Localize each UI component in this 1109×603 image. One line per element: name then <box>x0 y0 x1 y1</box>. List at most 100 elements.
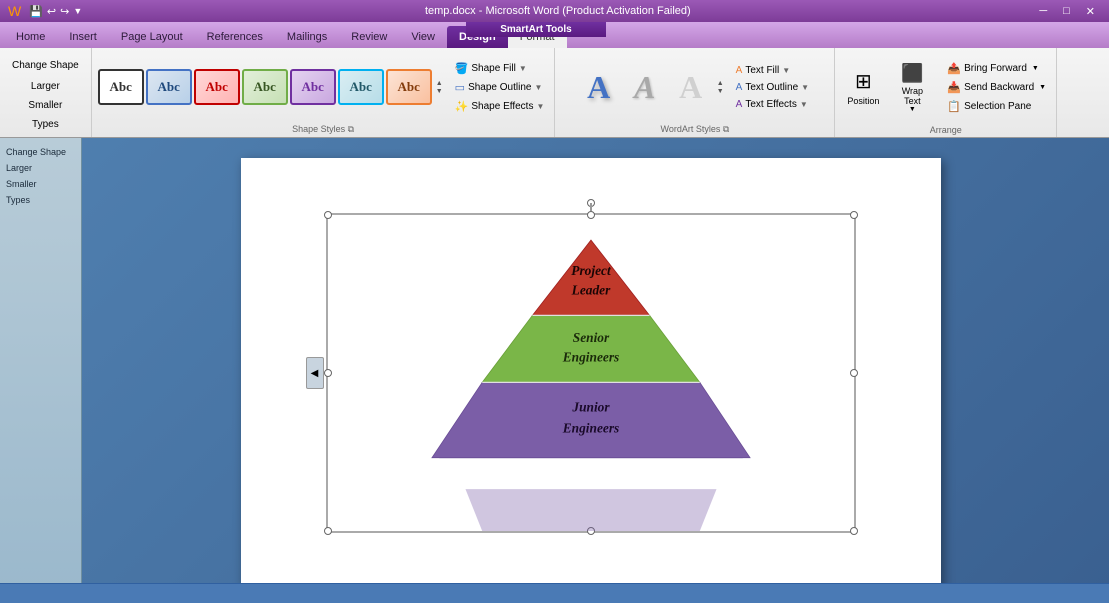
arrange-section: ⊞ Position ⬛ Wrap Text ▼ 📤 Bring Forward… <box>835 48 1057 137</box>
send-backward-icon: 📥 <box>947 81 961 94</box>
handle-top-left[interactable] <box>324 211 332 219</box>
shape-style-orange[interactable]: Abc <box>386 69 432 105</box>
shape-style-red[interactable]: Abc <box>194 69 240 105</box>
types-btn[interactable]: Types <box>26 117 65 132</box>
wordart-a2[interactable]: A <box>623 65 667 109</box>
left-panel: Change Shape Larger Smaller Types <box>0 138 82 603</box>
tab-review[interactable]: Review <box>339 26 399 48</box>
quick-redo-icon[interactable]: ↪ <box>60 5 69 18</box>
text-outline-btn[interactable]: A Text Outline ▼ <box>732 80 813 95</box>
selection-pane-icon: 📋 <box>947 100 961 113</box>
wordart-more[interactable]: ▲▼ <box>715 80 726 95</box>
text-effects-btn[interactable]: A Text Effects ▼ <box>732 97 813 112</box>
handle-bottom-right[interactable] <box>850 527 858 535</box>
bring-forward-icon: 📤 <box>947 62 961 75</box>
shape-style-blue[interactable]: Abc <box>146 69 192 105</box>
window-title: temp.docx - Microsoft Word (Product Acti… <box>82 5 1033 17</box>
maximize-btn[interactable]: □ <box>1057 5 1076 18</box>
text-fill-arrow: ▼ <box>782 66 790 75</box>
shape-style-white[interactable]: Abc <box>98 69 144 105</box>
panel-item-types[interactable]: Types <box>4 192 77 208</box>
tab-insert[interactable]: Insert <box>57 26 109 48</box>
handle-top-right[interactable] <box>850 211 858 219</box>
shape-fill-arrow: ▼ <box>519 64 527 73</box>
title-bar: W 💾 ↩ ↪ ▼ temp.docx - Microsoft Word (Pr… <box>0 0 1109 22</box>
position-icon: ⊞ <box>855 69 872 94</box>
effects-icon: ✨ <box>455 100 469 113</box>
handle-top-mid[interactable] <box>587 211 595 219</box>
textfill-icon: A <box>736 65 743 76</box>
panel-item-larger[interactable]: Larger <box>4 160 77 176</box>
larger-btn[interactable]: Larger <box>25 79 66 94</box>
fill-icon: 🪣 <box>455 62 469 75</box>
textoutline-icon: A <box>736 82 743 93</box>
quick-undo-icon[interactable]: ↩ <box>47 5 56 18</box>
document-area: ◀ <box>82 148 1099 583</box>
wrap-text-icon: ⬛ <box>901 63 923 84</box>
tab-mailings[interactable]: Mailings <box>275 26 339 48</box>
rotate-line <box>590 203 592 211</box>
quick-customize-icon[interactable]: ▼ <box>73 6 82 16</box>
minimize-btn[interactable]: ─ <box>1033 5 1053 18</box>
text-fill-btn[interactable]: A Text Fill ▼ <box>732 63 813 78</box>
smartart-frame[interactable]: ◀ <box>326 213 856 533</box>
wordart-expand[interactable]: ⧉ <box>723 124 729 134</box>
shape-style-teal[interactable]: Abc <box>338 69 384 105</box>
tab-view[interactable]: View <box>399 26 447 48</box>
handle-bottom-left[interactable] <box>324 527 332 535</box>
collapse-arrow[interactable]: ◀ <box>306 357 324 389</box>
position-label: Position <box>847 96 879 106</box>
shape-styles-more[interactable]: ▲▼ <box>434 80 445 95</box>
shape-styles-section: Abc Abc Abc Abc Abc Abc <box>92 48 556 137</box>
shape-effects-arrow: ▼ <box>536 102 544 111</box>
handle-mid-left[interactable] <box>324 369 332 377</box>
svg-text:Junior: Junior <box>571 400 610 415</box>
panel-item-smaller[interactable]: Smaller <box>4 176 77 192</box>
send-backward-arrow: ▼ <box>1039 84 1046 91</box>
pyramid-reflection <box>351 464 831 531</box>
shape-fill-btn[interactable]: 🪣 Shape Fill ▼ <box>451 60 549 77</box>
shape-styles-expand[interactable]: ⧉ <box>348 124 354 134</box>
smartart-tools-label: SmartArt Tools <box>466 22 606 37</box>
title-bar-left: W 💾 ↩ ↪ ▼ <box>8 3 82 19</box>
tab-home[interactable]: Home <box>4 26 57 48</box>
wordart-styles-label: WordArt Styles ⧉ <box>660 122 729 135</box>
tab-page-layout[interactable]: Page Layout <box>109 26 195 48</box>
shape-style-green[interactable]: Abc <box>242 69 288 105</box>
word-icon: W <box>8 3 21 19</box>
wrap-text-arrow: ▼ <box>909 106 916 113</box>
change-shape-section: Change Shape Larger Smaller Types <box>0 48 92 137</box>
handle-mid-right[interactable] <box>850 369 858 377</box>
wordart-styles-section: A A A ▲▼ A Text Fill ▼ A Text Outli <box>555 48 835 137</box>
position-btn[interactable]: ⊞ Position <box>841 58 885 118</box>
smaller-btn[interactable]: Smaller <box>22 98 68 113</box>
status-bar <box>0 583 1109 603</box>
tab-references[interactable]: References <box>195 26 275 48</box>
outline-icon: ▭ <box>455 81 465 94</box>
shape-outline-btn[interactable]: ▭ Shape Outline ▼ <box>451 79 549 96</box>
selection-pane-btn[interactable]: 📋 Selection Pane <box>943 98 1050 115</box>
document: ◀ <box>241 158 941 588</box>
shape-style-purple[interactable]: Abc <box>290 69 336 105</box>
svg-text:Engineers: Engineers <box>561 349 619 364</box>
panel-item-change-shape[interactable]: Change Shape <box>4 144 77 160</box>
text-outline-arrow: ▼ <box>801 83 809 92</box>
quick-save-icon[interactable]: 💾 <box>29 5 43 18</box>
svg-text:Project: Project <box>571 263 612 278</box>
change-shape-btn[interactable]: Change Shape <box>6 56 85 75</box>
text-effects-arrow: ▼ <box>800 100 808 109</box>
pyramid-svg: Project Leader Senior Engineers Junior E… <box>351 215 831 466</box>
bring-forward-btn[interactable]: 📤 Bring Forward ▼ <box>943 60 1050 77</box>
send-backward-btn[interactable]: 📥 Send Backward ▼ <box>943 79 1050 96</box>
shape-effects-btn[interactable]: ✨ Shape Effects ▼ <box>451 98 549 115</box>
wrap-text-label: Wrap Text <box>902 86 923 106</box>
bring-forward-arrow: ▼ <box>1032 65 1039 72</box>
close-btn[interactable]: ✕ <box>1080 5 1101 18</box>
ribbon: Change Shape Larger Smaller Types Abc Ab… <box>0 48 1109 138</box>
shape-outline-arrow: ▼ <box>534 83 542 92</box>
window-controls: ─ □ ✕ <box>1033 5 1101 18</box>
svg-text:Senior: Senior <box>572 330 609 345</box>
wrap-text-btn[interactable]: ⬛ Wrap Text ▼ <box>887 58 937 118</box>
wordart-a3[interactable]: A <box>669 65 713 109</box>
wordart-a1[interactable]: A <box>577 65 621 109</box>
